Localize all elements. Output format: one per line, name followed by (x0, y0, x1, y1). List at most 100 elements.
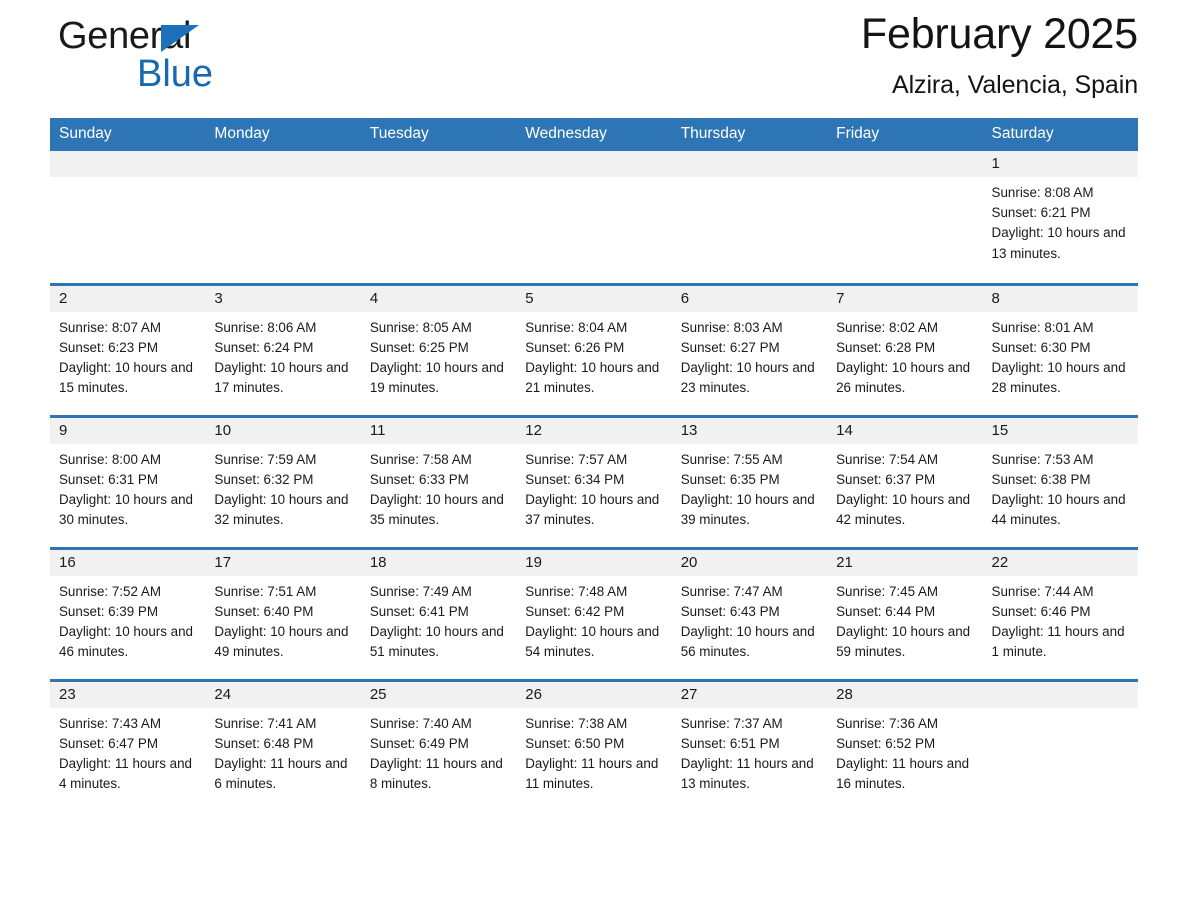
day-number: 3 (205, 285, 361, 312)
day-number: 8 (982, 285, 1138, 312)
day-cell[interactable]: 27 Sunrise: 7:37 AM Sunset: 6:51 PM Dayligh… (671, 678, 828, 812)
day-cell[interactable] (671, 151, 828, 284)
week-row: 1 Sunrise: 8:08 AM Sunset: 6:21 PM Daylight… (50, 151, 1138, 284)
day-cell[interactable] (516, 151, 672, 284)
sunset-text: Sunset: 6:35 PM (680, 471, 780, 487)
sunset-text: Sunset: 6:43 PM (680, 603, 780, 619)
sunset-text: Sunset: 6:21 PM (991, 205, 1091, 221)
day-cell[interactable]: 28 Sunrise: 7:36 AM Sunset: 6:52 PM Dayligh… (827, 678, 983, 812)
logo-triangle-icon (161, 25, 199, 52)
day-cell[interactable]: 19 Sunrise: 7:48 AM Sunset: 6:42 PM Dayligh… (516, 546, 672, 680)
daylight-text: Daylight: 10 hours and 56 minutes. (680, 623, 815, 660)
day-cell[interactable]: 16 Sunrise: 7:52 AM Sunset: 6:39 PM Dayligh… (50, 546, 206, 680)
day-cell[interactable]: 21 Sunrise: 7:45 AM Sunset: 6:44 PM Dayligh… (827, 546, 983, 680)
day-cell[interactable]: 20 Sunrise: 7:47 AM Sunset: 6:43 PM Dayligh… (671, 546, 828, 680)
sunset-text: Sunset: 6:49 PM (369, 735, 469, 751)
daylight-text: Daylight: 10 hours and 19 minutes. (369, 359, 504, 396)
daylight-text: Daylight: 10 hours and 35 minutes. (369, 491, 504, 528)
sunset-text: Sunset: 6:25 PM (369, 339, 469, 355)
day-number: 22 (982, 549, 1138, 576)
sunrise-text: Sunrise: 8:08 AM (991, 185, 1094, 200)
daylight-text: Daylight: 10 hours and 30 minutes. (59, 491, 193, 528)
sunset-text: Sunset: 6:30 PM (991, 339, 1091, 355)
page-header: General Blue February 2025 Alzira, Valen… (50, 0, 1138, 118)
day-cell[interactable]: 15 Sunrise: 7:53 AM Sunset: 6:38 PM Dayligh… (982, 414, 1138, 548)
daylight-text: Daylight: 10 hours and 54 minutes. (525, 623, 660, 660)
page-title: February 2025 (860, 10, 1138, 58)
day-cell[interactable]: 10 Sunrise: 7:59 AM Sunset: 6:32 PM Dayligh… (205, 414, 361, 548)
day-number (205, 151, 361, 177)
sunrise-text: Sunrise: 7:38 AM (525, 715, 628, 731)
day-cell[interactable]: 2 Sunrise: 8:07 AM Sunset: 6:23 PM Daylight… (50, 282, 206, 416)
day-cell[interactable]: 24 Sunrise: 7:41 AM Sunset: 6:48 PM Dayligh… (205, 678, 361, 812)
day-cell[interactable]: 8 Sunrise: 8:01 AM Sunset: 6:30 PM Daylight… (982, 282, 1138, 416)
day-number: 21 (827, 549, 983, 576)
daylight-text: Daylight: 10 hours and 17 minutes. (214, 359, 349, 396)
sunrise-text: Sunrise: 8:02 AM (836, 319, 939, 335)
sunset-text: Sunset: 6:23 PM (59, 339, 158, 355)
day-cell[interactable]: 17 Sunrise: 7:51 AM Sunset: 6:40 PM Dayligh… (205, 546, 361, 680)
day-cell[interactable]: 14 Sunrise: 7:54 AM Sunset: 6:37 PM Dayligh… (827, 414, 983, 548)
day-number: 23 (50, 681, 206, 708)
weekday-header-sunday: Sunday (50, 118, 206, 151)
daylight-text: Daylight: 10 hours and 49 minutes. (214, 623, 349, 660)
weekday-header-tuesday: Tuesday (360, 118, 517, 151)
day-cell[interactable]: 6 Sunrise: 8:03 AM Sunset: 6:27 PM Daylight… (671, 282, 828, 416)
day-cell[interactable]: 1 Sunrise: 8:08 AM Sunset: 6:21 PM Daylight… (982, 151, 1138, 284)
sunset-text: Sunset: 6:38 PM (991, 471, 1091, 487)
day-cell[interactable]: 26 Sunrise: 7:38 AM Sunset: 6:50 PM Dayligh… (516, 678, 672, 812)
day-number: 11 (360, 417, 517, 444)
week-row: 16 Sunrise: 7:52 AM Sunset: 6:39 PM Dayligh… (50, 546, 1138, 680)
day-number: 13 (671, 417, 828, 444)
day-cell[interactable]: 9 Sunrise: 8:00 AM Sunset: 6:31 PM Daylight… (50, 414, 206, 548)
day-cell[interactable]: 3 Sunrise: 8:06 AM Sunset: 6:24 PM Daylight… (205, 282, 361, 416)
sunset-text: Sunset: 6:37 PM (836, 471, 936, 487)
day-cell[interactable]: 22 Sunrise: 7:44 AM Sunset: 6:46 PM Dayligh… (982, 546, 1138, 680)
location-subtitle: Alzira, Valencia, Spain (892, 71, 1138, 99)
sunset-text: Sunset: 6:51 PM (680, 735, 780, 751)
day-number: 24 (205, 681, 361, 708)
daylight-text: Daylight: 10 hours and 51 minutes. (369, 623, 504, 660)
day-number (671, 151, 828, 177)
daylight-text: Daylight: 10 hours and 42 minutes. (836, 491, 971, 528)
week-row: 9 Sunrise: 8:00 AM Sunset: 6:31 PM Daylight… (50, 414, 1138, 548)
day-cell[interactable] (827, 151, 983, 284)
month-calendar: Sunday Monday Tuesday Wednesday Thursday… (50, 118, 1138, 812)
day-cell[interactable]: 11 Sunrise: 7:58 AM Sunset: 6:33 PM Dayligh… (360, 414, 517, 548)
sunset-text: Sunset: 6:32 PM (214, 471, 314, 487)
sunset-text: Sunset: 6:50 PM (525, 735, 625, 751)
day-cell[interactable] (360, 151, 517, 284)
day-cell[interactable]: 18 Sunrise: 7:49 AM Sunset: 6:41 PM Dayligh… (360, 546, 517, 680)
weekday-header-saturday: Saturday (982, 118, 1138, 151)
day-cell[interactable]: 13 Sunrise: 7:55 AM Sunset: 6:35 PM Dayligh… (671, 414, 828, 548)
sunrise-text: Sunrise: 8:05 AM (369, 319, 472, 335)
day-number: 26 (516, 681, 672, 708)
day-cell[interactable]: 25 Sunrise: 7:40 AM Sunset: 6:49 PM Dayligh… (360, 678, 517, 812)
daylight-text: Daylight: 11 hours and 13 minutes. (680, 755, 814, 792)
sunrise-text: Sunrise: 7:59 AM (214, 451, 317, 467)
sunset-text: Sunset: 6:48 PM (214, 735, 314, 751)
day-cell[interactable]: 23 Sunrise: 7:43 AM Sunset: 6:47 PM Dayligh… (50, 678, 206, 812)
daylight-text: Daylight: 10 hours and 39 minutes. (680, 491, 815, 528)
day-cell[interactable] (50, 151, 206, 284)
sunset-text: Sunset: 6:41 PM (369, 603, 469, 619)
sunrise-text: Sunrise: 8:06 AM (214, 319, 317, 335)
weekday-header-row: Sunday Monday Tuesday Wednesday Thursday… (50, 118, 1138, 151)
day-number (360, 151, 517, 177)
day-cell[interactable]: 12 Sunrise: 7:57 AM Sunset: 6:34 PM Dayligh… (516, 414, 672, 548)
sunrise-text: Sunrise: 8:07 AM (59, 319, 161, 335)
day-cell[interactable]: 4 Sunrise: 8:05 AM Sunset: 6:25 PM Daylight… (360, 282, 517, 416)
day-cell[interactable]: 5 Sunrise: 8:04 AM Sunset: 6:26 PM Daylight… (516, 282, 672, 416)
sunrise-text: Sunrise: 8:00 AM (59, 451, 161, 467)
daylight-text: Daylight: 10 hours and 21 minutes. (525, 359, 660, 396)
day-cell[interactable] (205, 151, 361, 284)
day-cell[interactable]: 7 Sunrise: 8:02 AM Sunset: 6:28 PM Daylight… (827, 282, 983, 416)
daylight-text: Daylight: 11 hours and 16 minutes. (836, 755, 970, 792)
day-number: 28 (827, 681, 983, 708)
sunset-text: Sunset: 6:40 PM (214, 603, 314, 619)
daylight-text: Daylight: 10 hours and 32 minutes. (214, 491, 349, 528)
day-number: 10 (205, 417, 361, 444)
sunrise-text: Sunrise: 8:04 AM (525, 319, 628, 335)
day-cell[interactable] (982, 678, 1138, 812)
sunrise-text: Sunrise: 7:54 AM (836, 451, 939, 467)
